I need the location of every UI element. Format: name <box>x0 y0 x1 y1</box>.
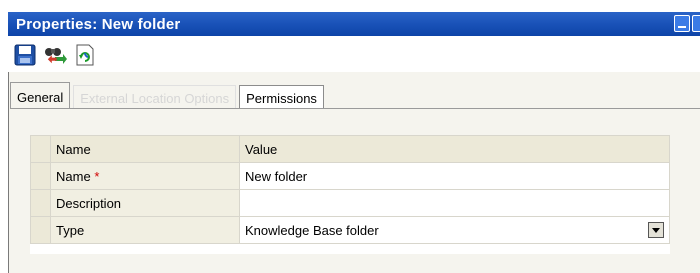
column-header-value[interactable]: Value <box>239 135 670 163</box>
grid-header-row: Name Value <box>30 135 670 163</box>
panel-border <box>8 72 9 273</box>
name-value-input[interactable]: New folder <box>239 162 670 190</box>
row-gutter <box>30 135 51 163</box>
property-name-cell: Name * <box>50 162 240 190</box>
type-select-value: Knowledge Base folder <box>245 222 379 238</box>
refresh-button[interactable] <box>72 42 98 68</box>
column-header-name[interactable]: Name <box>50 135 240 163</box>
refresh-icon <box>76 44 94 66</box>
window-controls <box>674 15 700 32</box>
property-name: Name <box>56 168 91 184</box>
minimize-button[interactable] <box>674 15 690 32</box>
property-name-cell: Type <box>50 216 240 244</box>
find-replace-button[interactable] <box>42 42 68 68</box>
window-titlebar[interactable]: Properties: New folder <box>8 12 700 36</box>
table-row[interactable]: Type Knowledge Base folder <box>30 216 670 244</box>
table-row[interactable]: Description <box>30 189 670 217</box>
dropdown-button[interactable] <box>648 222 664 238</box>
grid-footer-space <box>30 244 670 254</box>
description-value-input[interactable] <box>239 189 670 217</box>
find-replace-binoculars-icon <box>45 48 67 64</box>
type-select-wrapper: Knowledge Base folder <box>245 222 664 238</box>
maximize-button[interactable] <box>692 15 700 32</box>
save-button[interactable] <box>12 42 38 68</box>
table-row[interactable]: Name * New folder <box>30 162 670 190</box>
window-title: Properties: New folder <box>16 15 181 33</box>
tab-strip: General External Location Options Permis… <box>10 82 327 112</box>
floppy-disk-save-icon <box>14 44 36 66</box>
chevron-down-icon <box>652 227 660 233</box>
type-select[interactable]: Knowledge Base folder <box>239 216 670 244</box>
required-marker: * <box>94 168 100 184</box>
row-gutter <box>30 189 51 217</box>
property-grid: Name Value Name * New folder Description… <box>30 135 670 244</box>
toolbar <box>12 40 98 70</box>
row-gutter <box>30 162 51 190</box>
row-gutter <box>30 216 51 244</box>
property-name-cell: Description <box>50 189 240 217</box>
